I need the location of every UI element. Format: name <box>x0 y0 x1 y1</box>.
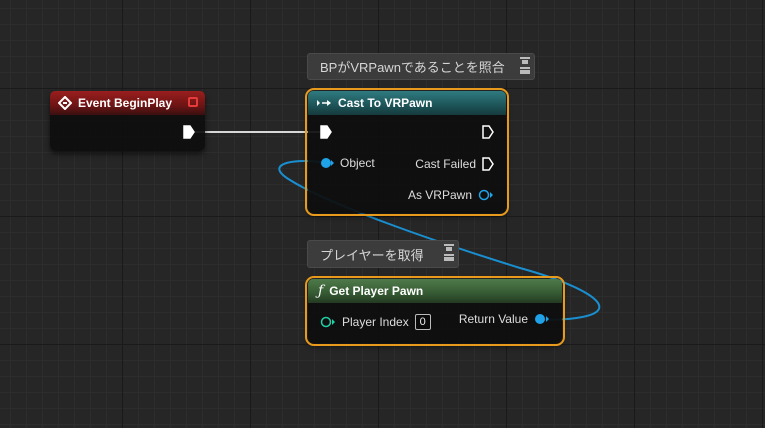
exec-output-pin-icon[interactable] <box>482 125 494 139</box>
comment-cast[interactable]: BPがVRPawnであることを照合 <box>307 53 535 80</box>
func-node-title: Get Player Pawn <box>329 284 424 298</box>
exec-input-pin-icon[interactable] <box>320 125 332 139</box>
function-f-icon: ƒ <box>318 283 324 299</box>
pin-icon[interactable] <box>444 244 454 261</box>
exec-output-pin-row[interactable] <box>482 125 494 139</box>
return-value-pin-row[interactable]: Return Value <box>453 312 550 326</box>
cast-node-title: Cast To VRPawn <box>338 96 433 110</box>
func-node-header[interactable]: ƒ Get Player Pawn <box>308 279 562 303</box>
exec-output-pin-icon[interactable] <box>183 125 195 139</box>
cast-node-header[interactable]: Cast To VRPawn <box>308 91 506 115</box>
cast-icon <box>316 98 332 108</box>
player-index-pin-icon[interactable] <box>320 316 336 328</box>
as-vrpawn-pin-label: As VRPawn <box>407 188 472 202</box>
cast-failed-pin-icon[interactable] <box>482 157 494 171</box>
return-value-pin-icon[interactable] <box>534 313 550 325</box>
cast-failed-pin-row[interactable]: Cast Failed <box>409 157 494 171</box>
event-node-header[interactable]: Event BeginPlay <box>50 91 205 115</box>
cast-failed-pin-label: Cast Failed <box>415 157 476 171</box>
comment-player[interactable]: プレイヤーを取得 <box>307 240 459 268</box>
exec-input-pin-row[interactable] <box>320 125 332 139</box>
comment-cast-text: BPがVRPawnであることを照合 <box>320 60 505 75</box>
comment-player-text: プレイヤーを取得 <box>320 247 424 263</box>
get-player-pawn-node[interactable]: ƒ Get Player Pawn Player Index 0 Return … <box>305 276 565 346</box>
player-index-pin-label: Player Index <box>342 315 409 329</box>
pin-icon[interactable] <box>520 57 530 74</box>
as-vrpawn-pin-row[interactable]: As VRPawn <box>402 188 494 202</box>
object-pin-label: Object <box>340 156 375 170</box>
return-value-pin-label: Return Value <box>458 312 528 326</box>
cast-to-vrpawn-node[interactable]: Cast To VRPawn Object Cast Failed As VRP… <box>305 88 509 216</box>
object-input-pin-row[interactable]: Object <box>320 156 381 170</box>
event-beginplay-node[interactable]: Event BeginPlay <box>50 91 205 151</box>
as-vrpawn-pin-icon[interactable] <box>478 189 494 201</box>
player-index-value-input[interactable]: 0 <box>414 314 431 330</box>
event-node-title: Event BeginPlay <box>78 96 173 110</box>
object-input-pin-icon[interactable] <box>320 157 334 169</box>
exec-output-pin-row[interactable] <box>183 125 195 139</box>
event-diamond-icon <box>58 96 72 110</box>
player-index-pin-row[interactable]: Player Index 0 <box>320 314 431 330</box>
delegate-output-pin[interactable] <box>188 97 198 107</box>
